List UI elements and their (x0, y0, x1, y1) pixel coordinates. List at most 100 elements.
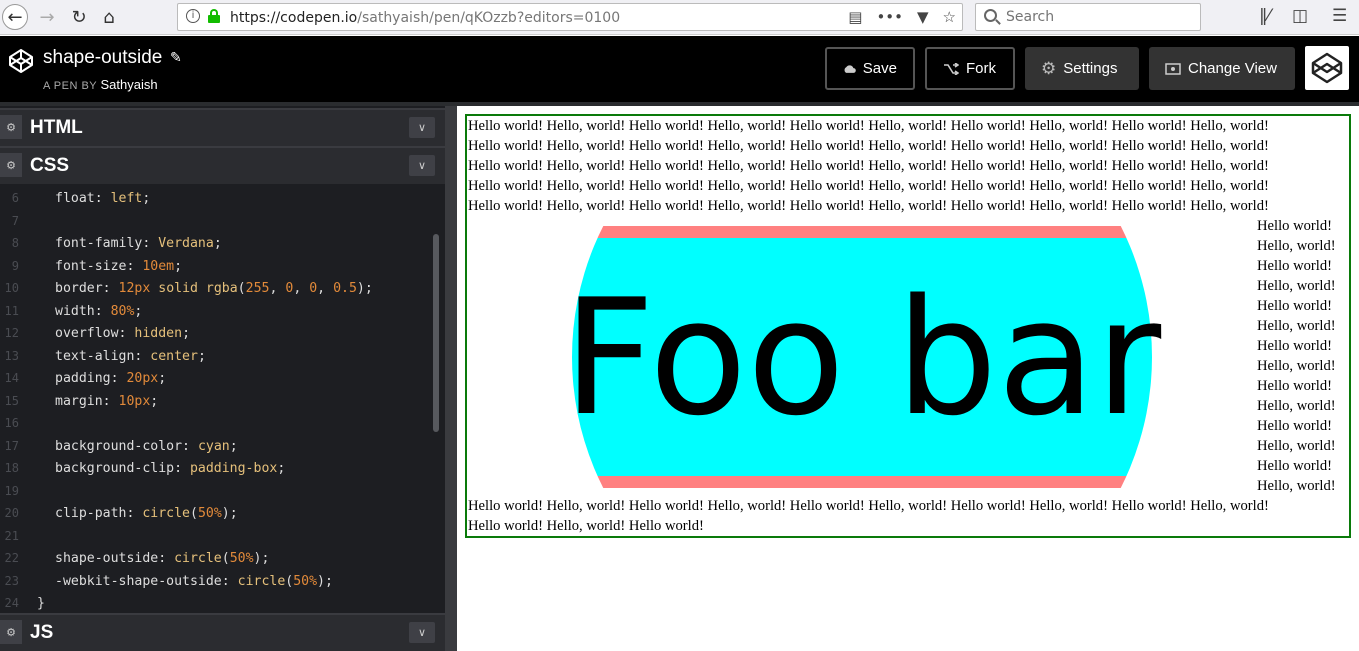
cloud-icon (844, 65, 856, 73)
code-line[interactable]: 19 (0, 484, 430, 506)
code-text: float: left; (55, 191, 150, 206)
preview-text-line: Hello world! Hello, world! Hello world! … (468, 198, 1269, 214)
code-line[interactable]: 23 -webkit-shape-outside: circle(50%); (0, 574, 430, 596)
js-editor-header[interactable]: ⚙ JS ∨ (0, 613, 445, 651)
preview-side-text: Hello, world! (1257, 478, 1336, 494)
css-semicolon: ; (229, 438, 238, 454)
reader-view-icon[interactable]: ▤ (848, 8, 862, 26)
code-line[interactable]: 14 padding: 20px; (0, 371, 430, 393)
html-settings-gear-icon[interactable]: ⚙ (0, 115, 22, 139)
code-line[interactable]: 9 font-size: 10em; (0, 259, 430, 281)
pocket-icon[interactable]: ▼ (917, 8, 929, 26)
css-colon: : (182, 438, 198, 454)
forward-arrow-icon[interactable]: → (34, 4, 60, 30)
settings-button[interactable]: ⚙ Settings (1025, 47, 1139, 90)
line-number: 6 (11, 191, 19, 205)
edit-pencil-icon[interactable]: ✎ (170, 50, 182, 66)
code-line[interactable]: 13 text-align: center; (0, 349, 430, 371)
sidebar-icon[interactable]: ◫ (1292, 6, 1308, 26)
html-editor-header[interactable]: ⚙ HTML ∨ (0, 108, 445, 146)
css-value: padding-box (189, 461, 278, 476)
css-colon: : (102, 281, 119, 296)
css-semicolon: ; (142, 191, 151, 206)
code-line[interactable]: 15 margin: 10px; (0, 394, 430, 416)
code-text: shape-outside: circle(50%); (55, 551, 269, 566)
css-editor-header[interactable]: ⚙ CSS ∨ (0, 146, 445, 184)
code-line[interactable]: 12 overflow: hidden; (0, 326, 430, 348)
line-number: 13 (4, 348, 19, 363)
code-line[interactable]: 10 border: 12px solid rgba(255, 0, 0, 0.5… (0, 281, 430, 303)
css-punct: ( (190, 506, 198, 521)
css-value: cyan (197, 438, 230, 454)
code-line[interactable]: 18 background-clip: padding-box; (0, 461, 430, 483)
address-bar[interactable]: i https://codepen.io/sathyaish/pen/qKOzz… (177, 3, 963, 31)
user-avatar[interactable] (1305, 46, 1349, 90)
html-collapse-chevron-icon[interactable]: ∨ (409, 117, 435, 138)
more-actions-icon[interactable]: ••• (876, 8, 903, 26)
fork-button[interactable]: Fork (925, 47, 1015, 90)
code-text: clip-path: circle(50%); (55, 506, 238, 521)
avatar-logo-icon (1311, 52, 1343, 84)
line-number: 12 (4, 326, 19, 340)
css-value: Verdana (158, 236, 214, 251)
line-number: 14 (4, 371, 19, 385)
js-settings-gear-icon[interactable]: ⚙ (0, 620, 22, 644)
url-text[interactable]: https://codepen.io/sathyaish/pen/qKOzzb?… (230, 10, 620, 26)
code-line[interactable]: 21 (0, 529, 430, 551)
code-scrollbar[interactable] (433, 234, 439, 432)
line-number: 23 (4, 573, 19, 588)
back-arrow-icon[interactable]: ← (2, 4, 28, 30)
css-value: hidden (134, 326, 183, 341)
code-line[interactable]: 17 background-color: cyan; (0, 439, 430, 461)
code-line[interactable]: 16 (0, 416, 430, 438)
code-line[interactable]: 11 width: 80%; (0, 304, 430, 326)
code-text: background-clip: padding-box; (55, 461, 285, 476)
code-text: background-color: cyan; (55, 439, 238, 454)
css-punct (198, 281, 206, 296)
info-icon[interactable]: i (186, 9, 200, 23)
css-semicolon: ; (261, 551, 270, 566)
preview-text-line: Hello world! Hello, world! Hello world! (468, 518, 704, 534)
author-link[interactable]: Sathyaish (101, 77, 158, 92)
js-collapse-chevron-icon[interactable]: ∨ (409, 622, 435, 643)
preview-side-text: Hello, world! (1257, 358, 1336, 374)
code-line[interactable]: 6 float: left; (0, 191, 430, 213)
preview-side-text: Hello, world! (1257, 238, 1336, 254)
code-line[interactable]: 22 shape-outside: circle(50%); (0, 551, 430, 573)
css-colon: : (94, 191, 111, 206)
css-semicolon: ; (150, 393, 159, 409)
preview-text-line: Hello world! Hello, world! Hello world! … (468, 118, 1269, 134)
url-path: /sathyaish/pen/qKOzzb?editors=0100 (357, 10, 621, 26)
preview-side-text: Hello world! (1257, 258, 1332, 274)
codepen-logo-icon[interactable] (8, 48, 34, 74)
code-line[interactable]: 20 clip-path: circle(50%); (0, 506, 430, 528)
css-editor-title: CSS (30, 155, 70, 176)
change-view-button[interactable]: Change View (1149, 47, 1295, 90)
bookmark-star-icon[interactable]: ☆ (943, 8, 956, 26)
pen-title[interactable]: shape-outside (43, 47, 162, 69)
css-colon: : (174, 461, 190, 476)
search-input[interactable] (1006, 9, 1186, 25)
save-button[interactable]: Save (825, 47, 915, 90)
search-box[interactable] (975, 3, 1201, 31)
code-line[interactable]: 7 (0, 214, 430, 236)
line-number: 22 (4, 551, 19, 565)
css-colon: : (94, 303, 111, 319)
url-host: https://codepen.io (230, 10, 358, 26)
panel-resize-handle[interactable] (445, 106, 457, 651)
css-property: font-size (55, 258, 127, 274)
css-code-area[interactable]: 6 float: left; 7 8 font-family: Verdana; 9 fon… (0, 184, 445, 612)
css-colon: : (142, 236, 159, 251)
library-icon[interactable]: ‖⁄ (1259, 6, 1270, 26)
menu-icon[interactable]: ☰ (1332, 6, 1347, 26)
code-line[interactable]: 24} (0, 596, 430, 612)
reload-icon[interactable]: ↻ (66, 4, 92, 30)
home-icon[interactable]: ⌂ (96, 4, 122, 30)
line-number: 16 (4, 416, 19, 430)
css-collapse-chevron-icon[interactable]: ∨ (409, 155, 435, 176)
css-punct: ) (317, 573, 325, 589)
preview-side-text: Hello world! (1257, 218, 1332, 234)
code-line[interactable]: 8 font-family: Verdana; (0, 236, 430, 258)
css-settings-gear-icon[interactable]: ⚙ (0, 153, 22, 177)
preview-side-text: Hello world! (1257, 338, 1332, 354)
